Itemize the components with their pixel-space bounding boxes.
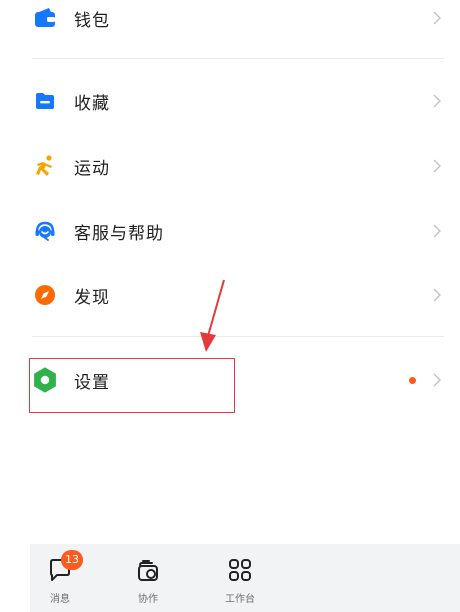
chevron-right-icon <box>430 156 444 176</box>
nav-tab-collaborate[interactable]: 协作 <box>118 544 178 612</box>
nav-label-messages: 消息 <box>50 594 70 605</box>
menu-label-discover: 发现 <box>74 287 110 308</box>
menu-label-favorites: 收藏 <box>74 93 110 114</box>
menu-item-sports[interactable]: 运动 <box>32 142 444 190</box>
folder-icon <box>32 88 58 114</box>
headset-icon <box>32 218 58 244</box>
bottom-nav-bar: 13 消息 协作 工作台 <box>30 544 460 612</box>
collaborate-icon <box>138 560 158 581</box>
chevron-right-icon <box>430 8 444 28</box>
menu-item-wallet[interactable]: 钱包 <box>32 0 444 42</box>
gear-icon <box>32 367 58 393</box>
chevron-right-icon <box>430 221 444 241</box>
menu-label-support: 客服与帮助 <box>74 223 164 244</box>
chevron-right-icon <box>430 285 444 305</box>
compass-icon <box>32 282 58 308</box>
menu-label-sports: 运动 <box>74 158 110 179</box>
running-person-icon <box>32 153 58 179</box>
nav-tab-workbench[interactable]: 工作台 <box>210 544 270 612</box>
menu-item-discover[interactable]: 发现 <box>32 271 444 319</box>
chevron-right-icon <box>430 91 444 111</box>
section-divider <box>32 58 444 59</box>
menu-label-wallet: 钱包 <box>74 10 110 31</box>
unread-count-badge: 13 <box>61 550 83 570</box>
nav-label-collaborate: 协作 <box>138 594 158 605</box>
menu-label-settings: 设置 <box>74 372 110 393</box>
menu-item-favorites[interactable]: 收藏 <box>32 77 444 125</box>
nav-tab-messages[interactable]: 13 消息 <box>30 544 90 612</box>
nav-label-workbench: 工作台 <box>225 594 255 605</box>
chevron-right-icon <box>430 370 444 390</box>
menu-item-support[interactable]: 客服与帮助 <box>32 207 444 255</box>
profile-menu-page: 钱包 收藏 运动 客服与帮助 发现 设置 13 消息 协作 工作台 <box>0 0 460 612</box>
section-divider <box>32 336 444 337</box>
grid-icon <box>229 559 251 581</box>
menu-item-settings[interactable]: 设置 <box>32 356 444 404</box>
notification-dot <box>409 376 416 384</box>
wallet-icon <box>32 5 58 31</box>
